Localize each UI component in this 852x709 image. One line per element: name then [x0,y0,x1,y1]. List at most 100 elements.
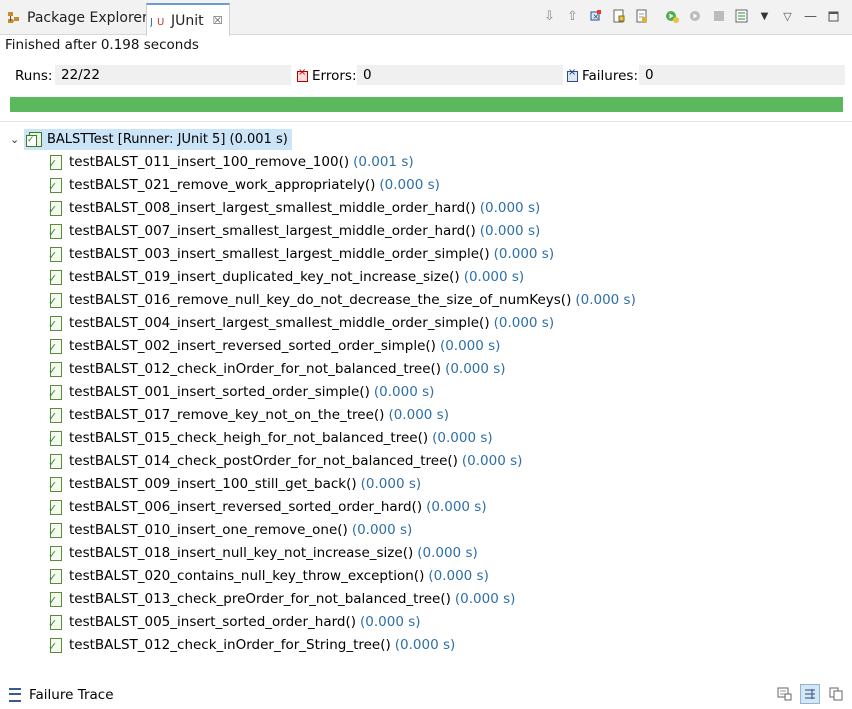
test-duration: (0.000 s) [426,498,487,515]
test-name: testBALST_013_check_preOrder_for_not_bal… [69,590,451,607]
tab-package-explorer[interactable]: Package Explorer [6,4,148,32]
test-row[interactable]: ✓ testBALST_002_insert_reversed_sorted_or… [48,335,500,356]
test-name: testBALST_012_check_inOrder_for_String_t… [69,636,391,653]
view-tab-bar: Package Explorer JU JUnit ☒ ⇩ ⇧ × ▼ ▽ — [0,0,852,36]
tab-junit[interactable]: JU JUnit ☒ [146,3,230,36]
test-counters: Runs: 22/22 Errors: 0 Failures: 0 [0,62,852,90]
test-run-history-icon[interactable] [731,6,752,26]
test-name: testBALST_001_insert_sorted_order_simple… [69,383,370,400]
test-passed-icon: ✓ [48,476,63,492]
minimize-icon[interactable]: — [800,6,821,26]
rerun-test-icon[interactable] [662,6,683,26]
test-row[interactable]: ✓ testBALST_010_insert_one_remove_one() (0… [48,519,412,540]
errors-value: 0 [357,65,563,85]
run-status-text: Finished after 0.198 seconds [5,37,199,53]
errors-label-group: Errors: [297,67,357,84]
test-row[interactable]: ✓ testBALST_018_insert_null_key_not_incre… [48,542,478,563]
test-passed-icon: ✓ [48,591,63,607]
test-duration: (0.000 s) [463,268,525,285]
test-name: testBALST_004_insert_largest_smallest_mi… [69,314,490,331]
copy-trace-icon[interactable] [826,684,846,704]
test-row[interactable]: ✓ testBALST_005_insert_sorted_order_hard(… [48,611,421,632]
test-name: testBALST_012_check_inOrder_for_not_bala… [69,360,442,377]
test-row[interactable]: ✓ testBALST_020_contains_null_key_throw_e… [48,565,489,586]
test-name: testBALST_006_insert_reversed_sorted_ord… [69,498,423,515]
test-duration: (0.000 s) [394,636,456,653]
scroll-lock-icon[interactable] [608,6,629,26]
test-row[interactable]: ✓ testBALST_016_remove_null_key_do_not_de… [48,289,636,310]
test-passed-icon: ✓ [48,223,63,239]
failures-value: 0 [639,65,845,85]
previous-failure-icon[interactable]: ⇧ [562,6,583,26]
test-row[interactable]: ✓ testBALST_001_insert_sorted_order_simpl… [48,381,434,402]
test-duration: (0.000 s) [360,475,422,492]
next-failure-icon[interactable]: ⇩ [539,6,560,26]
error-icon [297,67,308,82]
svg-text:U: U [157,17,164,28]
test-row[interactable]: ✓ testBALST_004_insert_largest_smallest_m… [48,312,554,333]
compare-results-icon[interactable] [774,684,794,704]
test-duration: (0.000 s) [351,521,413,538]
test-duration: (0.000 s) [373,383,435,400]
stop-icon[interactable] [708,6,729,26]
show-skipped-icon[interactable] [631,6,652,26]
tab-label: Package Explorer [27,10,148,26]
test-duration: (0.000 s) [575,291,636,308]
test-name: testBALST_007_insert_smallest_largest_mi… [69,222,476,239]
test-row[interactable]: ✓ testBALST_014_check_postOrder_for_not_b… [48,450,522,471]
test-row[interactable]: ✓ testBALST_008_insert_largest_smallest_m… [48,197,540,218]
test-passed-icon: ✓ [48,154,63,170]
failure-icon [567,67,578,82]
rerun-failed-first-icon[interactable] [685,6,706,26]
test-passed-icon: ✓ [48,246,63,262]
test-passed-icon: ✓ [48,361,63,377]
suite-selected[interactable]: ✓ BALSTTest [Runner: JUnit 5] (0.001 s) [24,129,292,150]
test-row[interactable]: ✓ testBALST_012_check_inOrder_for_String_… [48,634,455,655]
view-menu-icon[interactable]: ▽ [777,6,798,26]
failures-label-group: Failures: [567,67,638,84]
maximize-icon[interactable] [823,6,844,26]
test-duration: (0.001 s) [353,153,414,170]
test-duration: (0.000 s) [417,544,478,561]
test-row[interactable]: ✓ testBALST_021_remove_work_appropriately… [48,174,440,195]
test-suite-ok-icon: ✓ [26,132,42,147]
test-passed-icon: ✓ [48,315,63,331]
dropdown-arrow-icon[interactable]: ▼ [754,6,775,26]
filter-stack-trace-icon[interactable] [800,684,820,704]
divider [0,121,852,122]
test-duration: (0.000 s) [388,406,449,423]
test-row[interactable]: ✓ testBALST_011_insert_100_remove_100() (0… [48,151,414,172]
test-name: testBALST_018_insert_null_key_not_increa… [69,544,414,561]
test-row[interactable]: ✓ testBALST_007_insert_smallest_largest_m… [48,220,540,241]
test-name: testBALST_011_insert_100_remove_100() [69,153,350,170]
junit-toolbar: ⇩ ⇧ × ▼ ▽ — [539,6,844,26]
failure-trace-header: Failure Trace [9,687,114,703]
test-name: testBALST_015_check_heigh_for_not_balanc… [69,429,429,446]
test-passed-icon: ✓ [48,292,63,308]
test-duration: (0.000 s) [479,199,541,216]
package-explorer-icon [6,10,22,26]
test-row[interactable]: ✓ testBALST_019_insert_duplicated_key_not… [48,266,524,287]
test-passed-icon: ✓ [48,614,63,630]
test-duration: (0.000 s) [432,429,493,446]
close-icon[interactable]: ☒ [213,14,223,27]
test-name: testBALST_016_remove_null_key_do_not_dec… [69,291,572,308]
test-row[interactable]: ✓ testBALST_003_insert_smallest_largest_m… [48,243,554,264]
test-duration: (0.000 s) [379,176,440,193]
test-name: testBALST_014_check_postOrder_for_not_ba… [69,452,458,469]
test-row[interactable]: ✓ testBALST_006_insert_reversed_sorted_or… [48,496,487,517]
runs-label: Runs: [15,68,53,84]
junit-icon: JU [150,13,166,29]
suite-label: BALSTTest [Runner: JUnit 5] (0.001 s) [47,132,288,147]
test-row[interactable]: ✓ testBALST_013_check_preOrder_for_not_ba… [48,588,515,609]
tree-node-suite[interactable]: ⌄ ✓ BALSTTest [Runner: JUnit 5] (0.001 s… [10,129,292,150]
test-row[interactable]: ✓ testBALST_009_insert_100_still_get_back… [48,473,421,494]
test-row[interactable]: ✓ testBALST_012_check_inOrder_for_not_bal… [48,358,506,379]
show-failures-only-icon[interactable]: × [585,6,606,26]
test-duration: (0.000 s) [493,314,555,331]
chevron-down-icon[interactable]: ⌄ [10,133,24,146]
test-row[interactable]: ✓ testBALST_017_remove_key_not_on_the_tre… [48,404,449,425]
test-row[interactable]: ✓ testBALST_015_check_heigh_for_not_balan… [48,427,493,448]
test-duration: (0.000 s) [445,360,506,377]
test-passed-icon: ✓ [48,338,63,354]
